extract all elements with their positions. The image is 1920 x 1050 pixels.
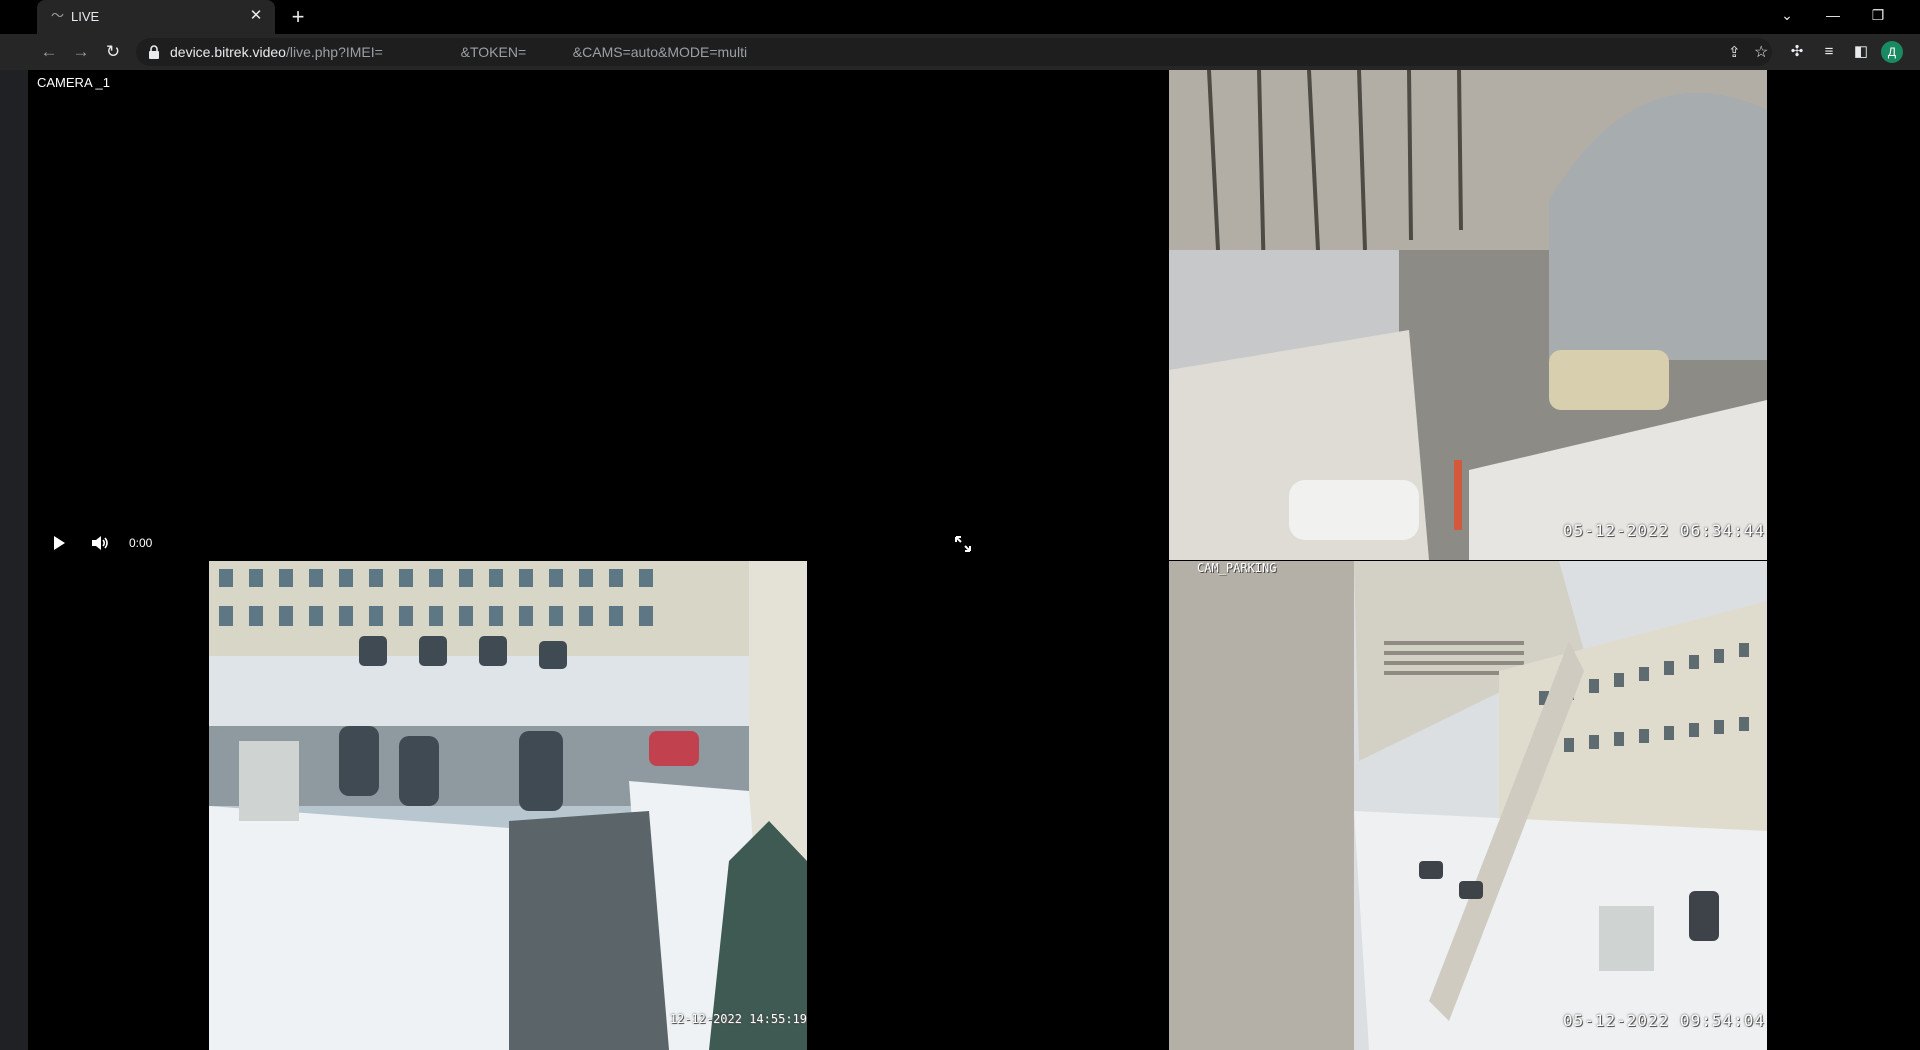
camera-name-overlay: CAM_PARKING [1197, 561, 1277, 575]
courtyard-image [209, 561, 807, 1050]
tab-live[interactable]: 〜 LIVE ✕ [37, 0, 275, 34]
restore-icon[interactable]: ❐ [1864, 4, 1892, 26]
back-icon[interactable]: ← [38, 41, 60, 63]
tab-close-icon[interactable]: ✕ [247, 7, 265, 25]
live-view-page: CAMERA _1 0:00 12-12-2022 14:55:19 05-12… [28, 70, 1920, 1050]
camera-feed-courtyard[interactable]: 12-12-2022 14:55:19 [209, 561, 807, 1050]
forward-icon[interactable]: → [70, 41, 92, 63]
new-tab-button[interactable]: + [287, 5, 309, 29]
left-margin [0, 70, 28, 1050]
camera-1-label: CAMERA _1 [37, 75, 110, 90]
timestamp-overlay: 05-12-2022 06:34:44 [1562, 521, 1765, 540]
browser-toolbar: ← → ↻ device.bitrek.video/live.php?IMEI=… [0, 34, 1920, 70]
share-icon[interactable]: ⇪ [1728, 43, 1741, 61]
play-icon[interactable] [51, 535, 67, 551]
minimize-icon[interactable]: — [1819, 4, 1847, 26]
video-time: 0:00 [129, 536, 153, 550]
extensions-icon[interactable]: ✣ [1786, 42, 1808, 62]
profile-avatar[interactable]: Д [1881, 41, 1903, 63]
tab-favicon-icon: 〜 [51, 8, 65, 23]
tab-search-chevron-icon[interactable]: ⌄ [1773, 4, 1801, 26]
yard-image [1169, 70, 1767, 560]
reload-icon[interactable]: ↻ [102, 41, 124, 63]
parking-image [1169, 561, 1767, 1050]
side-panel-icon[interactable]: ◧ [1850, 42, 1872, 62]
tab-bar: 〜 LIVE ✕ + ⌄ — ❐ [0, 0, 1920, 34]
fullscreen-icon[interactable] [954, 535, 972, 553]
media-control-icon[interactable]: ≡ [1818, 42, 1840, 62]
camera-feed-parking[interactable]: CAM_PARKING 05-12-2022 09:54:04 [1169, 561, 1767, 1050]
bookmark-star-icon[interactable]: ☆ [1754, 42, 1768, 62]
tab-title: LIVE [71, 9, 100, 24]
lock-icon [149, 45, 159, 59]
address-bar[interactable]: device.bitrek.video/live.php?IMEI= &TOKE… [136, 38, 1772, 66]
timestamp-overlay: 12-12-2022 14:55:19 [669, 1012, 807, 1026]
url-host: device.bitrek.video [170, 44, 286, 60]
camera-feed-yard[interactable]: 05-12-2022 06:34:44 [1169, 70, 1767, 560]
url-text: device.bitrek.video/live.php?IMEI= &TOKE… [170, 44, 747, 60]
volume-icon[interactable] [91, 535, 109, 551]
video-controls: 0:00 [28, 530, 988, 560]
timestamp-overlay: 05-12-2022 09:54:04 [1562, 1011, 1765, 1030]
url-path: /live.php?IMEI= &TOKEN= &CAMS=auto&MODE=… [285, 44, 748, 60]
